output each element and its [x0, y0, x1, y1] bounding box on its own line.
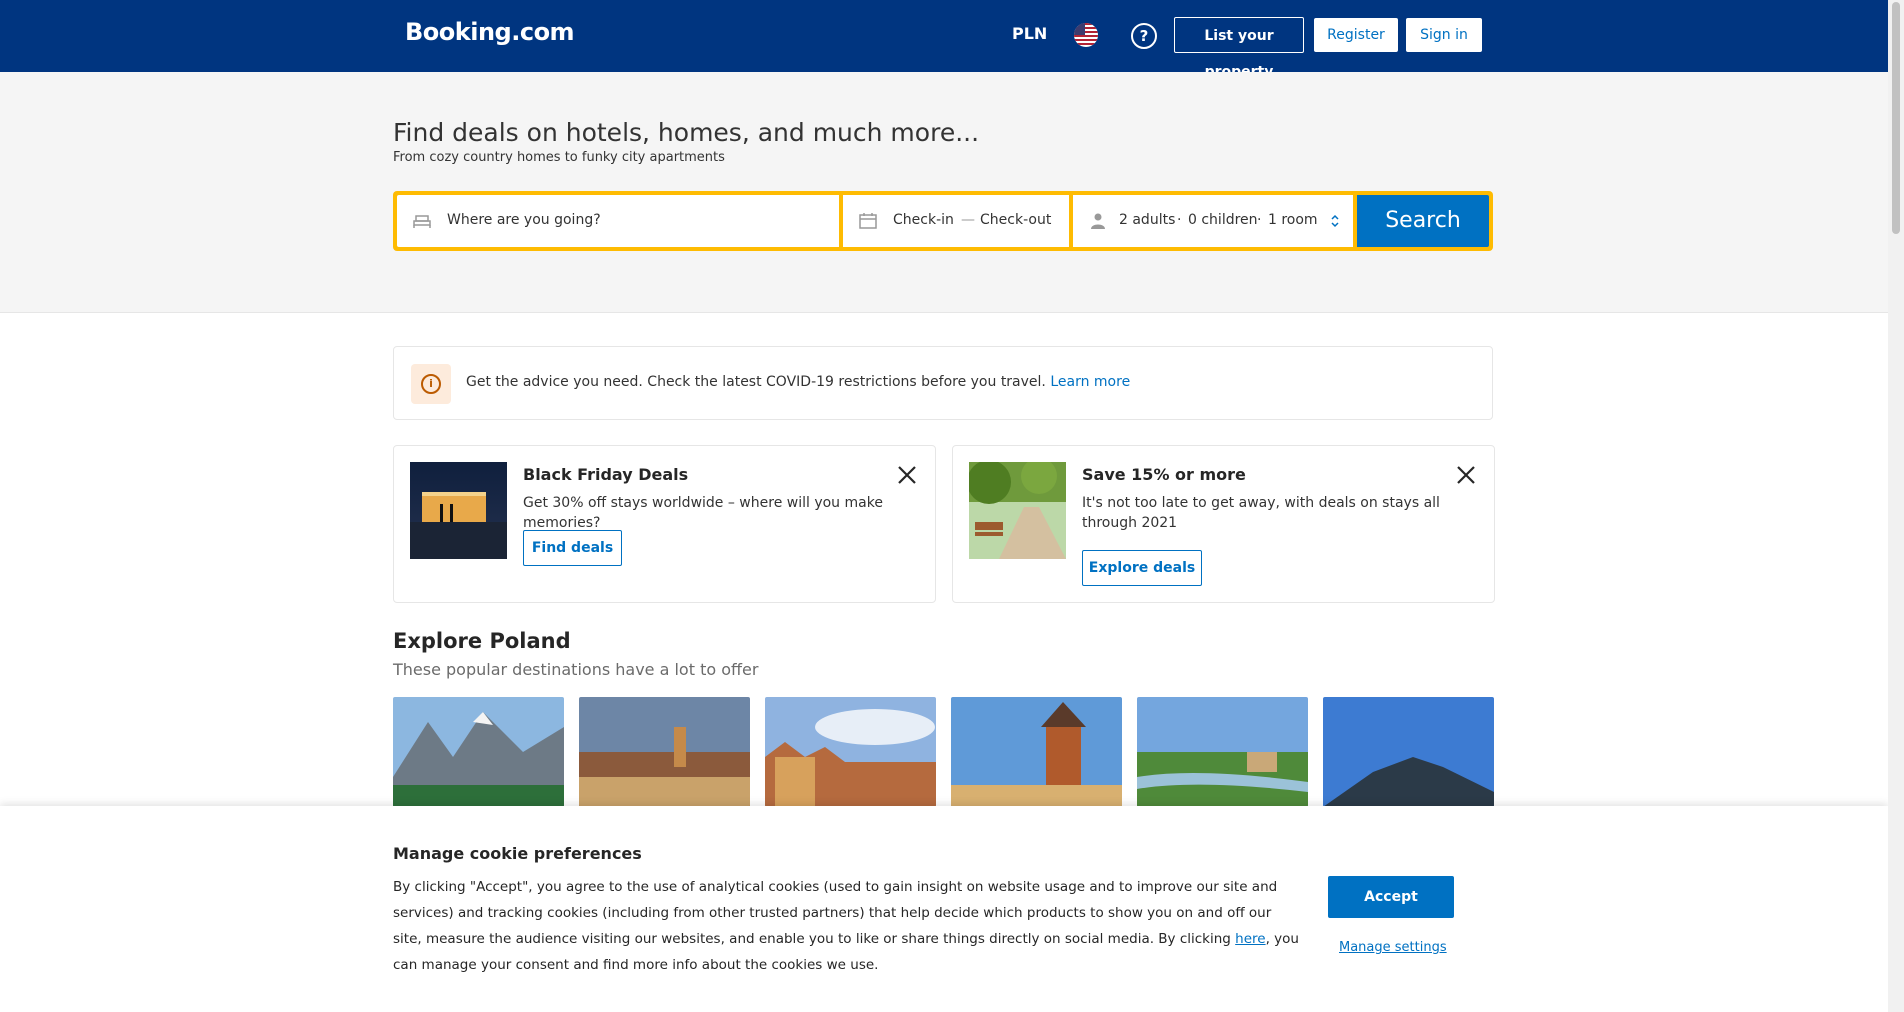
promo-description: It's not too late to get away, with deal… — [1082, 495, 1440, 531]
destination-tile[interactable] — [951, 697, 1122, 807]
destination-placeholder: Where are you going? — [447, 212, 601, 228]
cookie-banner: Manage cookie preferences By clicking "A… — [0, 806, 1888, 1012]
top-header: Booking.com PLN ? List your property Reg… — [0, 0, 1888, 80]
accept-button[interactable]: Accept — [1328, 876, 1454, 918]
currency-selector[interactable]: PLN — [1012, 24, 1047, 43]
chevron-updown-icon — [1331, 214, 1339, 228]
hero-title: Find deals on hotels, homes, and much mo… — [393, 118, 980, 147]
scrollbar[interactable] — [1888, 0, 1904, 1012]
children-count: 0 children — [1188, 212, 1258, 228]
register-button[interactable]: Register — [1314, 18, 1398, 52]
find-deals-button[interactable]: Find deals — [523, 530, 622, 566]
promo-title: Black Friday Deals — [523, 465, 689, 484]
learn-more-link[interactable]: Learn more — [1050, 374, 1130, 390]
calendar-icon — [859, 213, 877, 229]
close-icon[interactable] — [895, 463, 919, 487]
us-flag-icon[interactable] — [1074, 23, 1098, 47]
search-bar: Where are you going? Check-in — Check-ou… — [393, 191, 1493, 251]
notice-text: Get the advice you need. Check the lates… — [466, 374, 1130, 390]
promo-card-save-15: Save 15% or more It's not too late to ge… — [952, 445, 1495, 603]
destination-tile[interactable] — [1323, 697, 1494, 807]
close-icon[interactable] — [1454, 463, 1478, 487]
checkin-label: Check-in — [893, 212, 954, 228]
search-button[interactable]: Search — [1357, 195, 1489, 247]
booking-logo[interactable]: Booking.com — [405, 18, 575, 46]
destination-tile[interactable] — [1137, 697, 1308, 807]
person-icon — [1091, 213, 1105, 229]
explore-deals-button[interactable]: Explore deals — [1082, 550, 1202, 586]
bed-icon — [413, 215, 431, 228]
promo-description: Get 30% off stays worldwide – where will… — [523, 495, 883, 531]
destination-tile[interactable] — [579, 697, 750, 807]
checkout-label: Check-out — [980, 212, 1052, 228]
date-picker[interactable]: Check-in — Check-out — [843, 195, 1069, 247]
cookie-text: By clicking "Accept", you agree to the u… — [393, 874, 1303, 978]
date-separator: — — [961, 212, 975, 228]
covid-notice: i Get the advice you need. Check the lat… — [393, 346, 1493, 420]
info-icon: i — [411, 364, 451, 404]
destination-input[interactable]: Where are you going? — [397, 195, 839, 247]
sign-in-button[interactable]: Sign in — [1406, 18, 1482, 52]
guests-selector[interactable]: 2 adults · 0 children · 1 room — [1073, 195, 1353, 247]
cookie-here-link[interactable]: here — [1235, 931, 1265, 947]
park-image — [969, 462, 1066, 559]
adults-count: 2 adults — [1119, 212, 1176, 228]
scrollbar-thumb[interactable] — [1892, 2, 1900, 234]
list-property-button[interactable]: List your property — [1174, 17, 1304, 80]
dot-separator: · — [1177, 212, 1182, 228]
explore-subtitle: These popular destinations have a lot to… — [393, 660, 759, 679]
help-icon[interactable]: ? — [1131, 23, 1157, 49]
rooms-count: 1 room — [1268, 212, 1318, 228]
hero-subtitle: From cozy country homes to funky city ap… — [393, 150, 725, 165]
black-friday-image — [410, 462, 507, 559]
cookie-text-before: By clicking "Accept", you agree to the u… — [393, 879, 1278, 947]
dot-separator: · — [1257, 212, 1262, 228]
manage-settings-link[interactable]: Manage settings — [1339, 940, 1447, 955]
promo-title: Save 15% or more — [1082, 465, 1246, 484]
destination-tile[interactable] — [393, 697, 564, 807]
notice-message: Get the advice you need. Check the lates… — [466, 374, 1046, 390]
destination-tile[interactable] — [765, 697, 936, 807]
promo-card-black-friday: Black Friday Deals Get 30% off stays wor… — [393, 445, 936, 603]
explore-title: Explore Poland — [393, 629, 571, 653]
cookie-title: Manage cookie preferences — [393, 844, 642, 863]
